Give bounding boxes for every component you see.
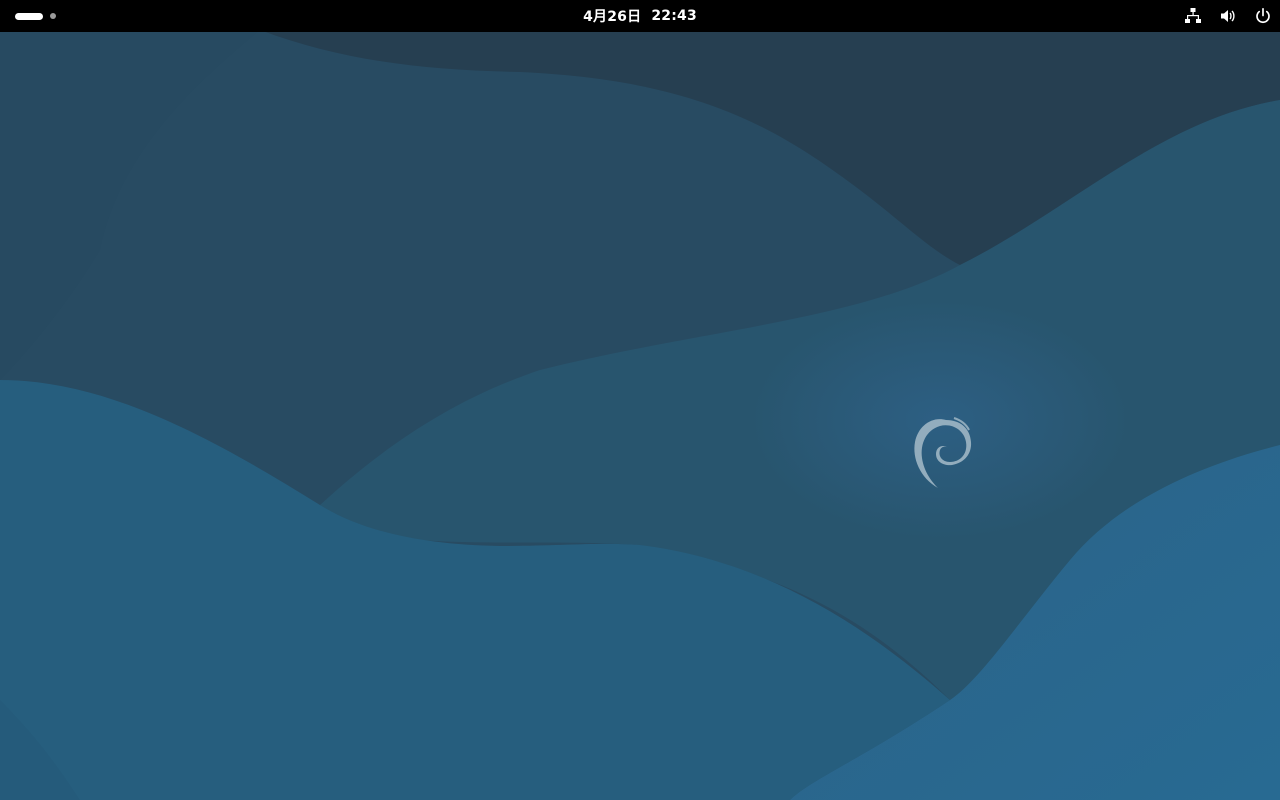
clock-date: 4月26日 (583, 9, 642, 25)
clock-time: 22:43 (651, 8, 697, 24)
debian-swirl-logo (914, 417, 972, 488)
workspace-indicator-inactive[interactable] (50, 13, 56, 19)
top-bar: 4月26日 22:43 (0, 0, 1280, 32)
clock-button[interactable]: 4月26日 22:43 (575, 4, 705, 28)
workspace-indicator-active[interactable] (15, 12, 43, 20)
network-wired-icon (1184, 7, 1202, 25)
desktop[interactable]: 4月26日 22:43 (0, 0, 1280, 800)
activities-button[interactable] (8, 4, 66, 28)
volume-icon (1219, 7, 1237, 25)
power-icon (1254, 7, 1272, 25)
system-menu-button[interactable] (1184, 4, 1272, 28)
desktop-wallpaper (0, 0, 1280, 800)
